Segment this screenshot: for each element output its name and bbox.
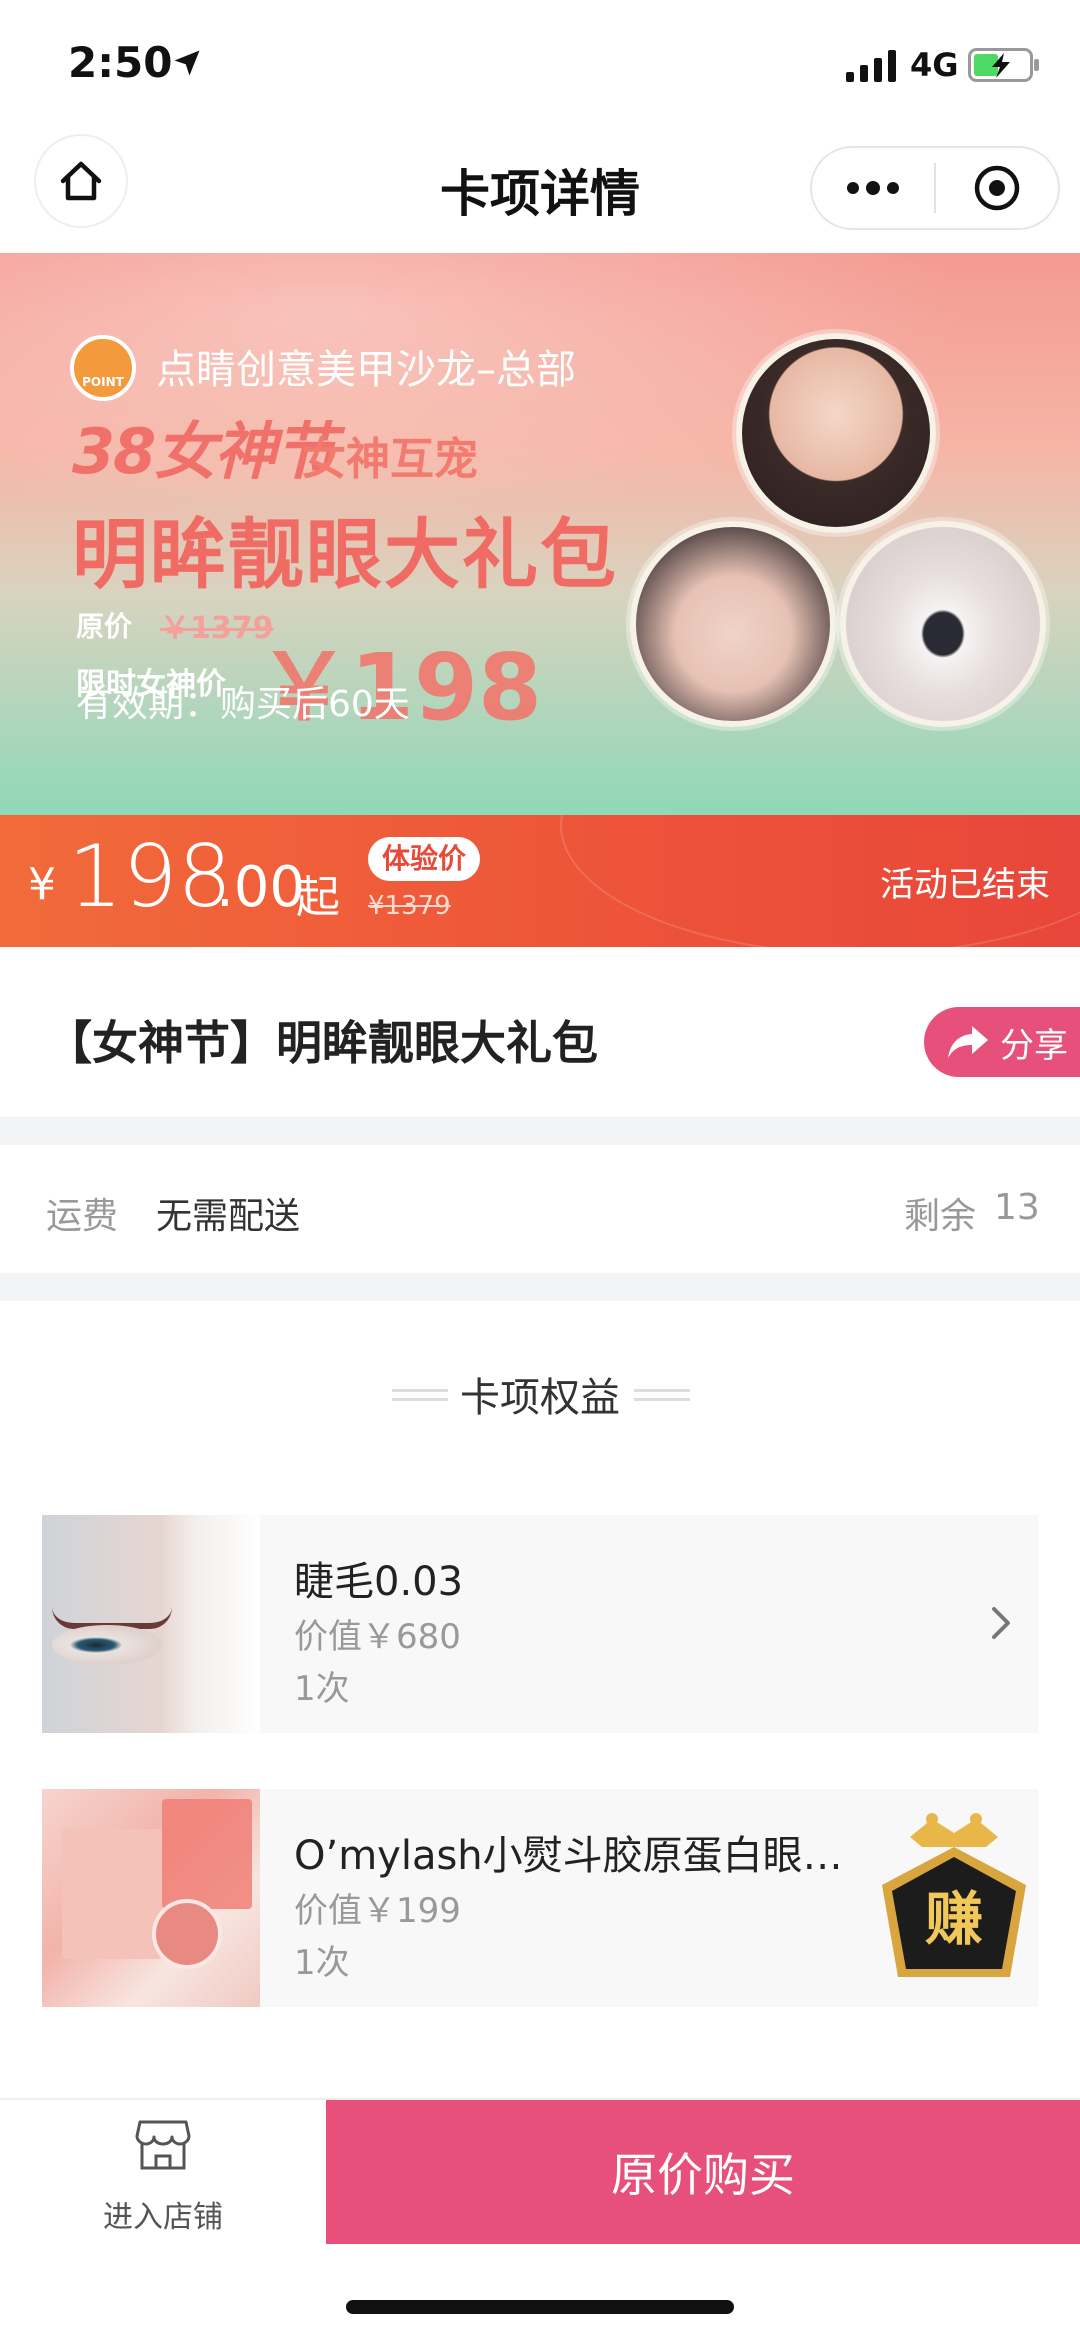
stock-value: 13 bbox=[994, 1187, 1040, 1228]
price-decimal: .00 bbox=[216, 855, 306, 920]
share-arrow-icon bbox=[948, 1026, 988, 1058]
bottom-action-bar: 进入店铺 原价购买 bbox=[0, 2098, 1080, 2244]
banner-photo-face bbox=[736, 333, 936, 533]
banner-art-38: 38女神节 bbox=[72, 415, 336, 488]
product-title: 【女神节】明眸靓眼大礼包 bbox=[46, 1016, 598, 1070]
section-divider bbox=[0, 1273, 1080, 1301]
shop-name: 点睛创意美甲沙龙–总部 bbox=[156, 347, 576, 393]
status-time: 2:50 bbox=[68, 38, 173, 87]
mini-program-capsule bbox=[810, 146, 1060, 230]
benefits-title: 卡项权益 bbox=[460, 1375, 620, 1421]
benefit-thumbnail bbox=[42, 1515, 260, 1733]
card-banner-image: POINT 点睛创意美甲沙龙–总部 38女神节 女神互宠 明眸靓眼大礼包 原价 … bbox=[0, 253, 1080, 815]
price-suffix: 起 bbox=[296, 872, 340, 923]
original-price: ¥1379 bbox=[368, 891, 451, 921]
section-divider bbox=[0, 1117, 1080, 1145]
chevron-right-icon bbox=[992, 1607, 1010, 1639]
price-bar: ¥ 198 .00 起 体验价 ¥1379 活动已结束 bbox=[0, 815, 1080, 947]
buy-original-price-button[interactable]: 原价购买 bbox=[326, 2100, 1080, 2244]
thumb-package bbox=[162, 1799, 252, 1909]
buy-button-label: 原价购买 bbox=[611, 2148, 795, 2202]
benefit-name: O’mylash小熨斗胶原蛋白眼膜… bbox=[294, 1833, 874, 1879]
shop-logo-text: POINT bbox=[82, 375, 124, 389]
benefit-value: 价值￥680 bbox=[294, 1617, 461, 1657]
header-decor-line-right bbox=[634, 1389, 690, 1401]
benefits-header: 卡项权益 bbox=[0, 1365, 1080, 1425]
thumb-jar bbox=[152, 1899, 222, 1969]
location-arrow-icon bbox=[174, 50, 200, 76]
enter-store-button[interactable]: 进入店铺 bbox=[0, 2100, 326, 2244]
earn-badge-text: 赚 bbox=[925, 1885, 983, 1953]
banner-art-tag: 女神互宠 bbox=[302, 434, 478, 485]
activity-status: 活动已结束 bbox=[880, 865, 1050, 905]
benefit-count: 1次 bbox=[294, 1669, 350, 1709]
target-close-icon bbox=[974, 165, 1020, 211]
trial-price-badge: 体验价 bbox=[368, 837, 481, 881]
benefit-count: 1次 bbox=[294, 1943, 350, 1983]
enter-store-label: 进入店铺 bbox=[103, 2200, 223, 2235]
share-label: 分享 bbox=[1000, 1025, 1068, 1066]
banner-orig-label: 原价 bbox=[76, 610, 133, 643]
freight-label: 运费 bbox=[46, 1196, 119, 1237]
share-button[interactable]: 分享 bbox=[924, 1007, 1080, 1077]
price-integer: 198 bbox=[68, 827, 233, 927]
home-indicator[interactable] bbox=[346, 2300, 734, 2314]
earn-badge-icon: 赚 bbox=[882, 1813, 1026, 1977]
header-decor-line-left bbox=[392, 1389, 448, 1401]
stock-label: 剩余 bbox=[904, 1196, 977, 1237]
banner-photo-nails bbox=[630, 521, 836, 727]
product-title-row: 【女神节】明眸靓眼大礼包 分享 bbox=[0, 947, 1080, 1117]
status-bar: 2:50 4G bbox=[0, 0, 1080, 130]
nav-bar: 卡项详情 bbox=[0, 130, 1080, 250]
benefit-item[interactable]: 睫毛0.03 价值￥680 1次 bbox=[42, 1515, 1038, 1733]
freight-row: 运费 无需配送 剩余 13 bbox=[0, 1145, 1080, 1273]
freight-value: 无需配送 bbox=[156, 1196, 301, 1237]
thumb-eye bbox=[52, 1625, 162, 1665]
more-dots-icon bbox=[847, 181, 899, 195]
thumb-package bbox=[62, 1829, 162, 1959]
close-button[interactable] bbox=[936, 148, 1058, 228]
validity-text: 有效期：购买后60天 bbox=[76, 684, 410, 725]
store-icon bbox=[135, 2120, 191, 2170]
benefit-value: 价值￥199 bbox=[294, 1891, 461, 1931]
banner-art-title: 明眸靓眼大礼包 bbox=[72, 510, 618, 599]
signal-icon bbox=[846, 50, 896, 82]
network-type: 4G bbox=[910, 46, 959, 84]
banner-orig-price: ￥1379 bbox=[160, 611, 274, 646]
banner-photo-eye bbox=[840, 521, 1046, 727]
price-currency: ¥ bbox=[28, 859, 56, 910]
shop-logo: POINT bbox=[70, 335, 136, 401]
more-button[interactable] bbox=[812, 148, 934, 228]
benefit-thumbnail bbox=[42, 1789, 260, 2007]
battery-charging-icon bbox=[968, 48, 1039, 82]
benefit-item[interactable]: O’mylash小熨斗胶原蛋白眼膜… 价值￥199 1次 赚 bbox=[42, 1789, 1038, 2007]
benefit-name: 睫毛0.03 bbox=[294, 1559, 464, 1605]
